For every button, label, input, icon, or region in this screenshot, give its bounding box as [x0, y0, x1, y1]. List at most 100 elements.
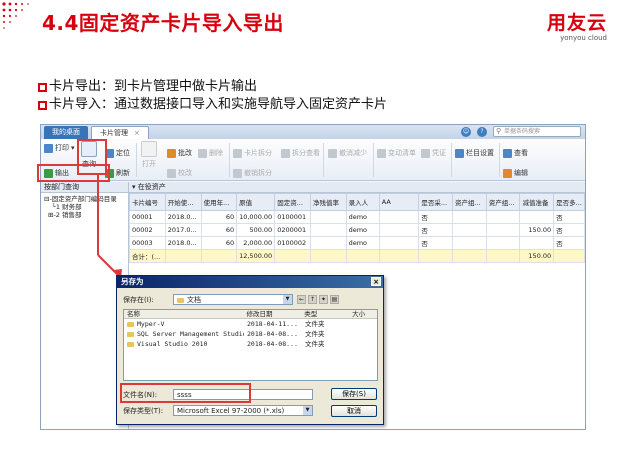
- table-cell: 150.00: [519, 223, 555, 237]
- save-in-value: 文档: [187, 296, 201, 304]
- column-header[interactable]: 是否采...: [418, 193, 454, 211]
- locate-button[interactable]: 定位: [105, 148, 130, 158]
- voucher-button[interactable]: 凭证: [421, 148, 446, 158]
- help-icon[interactable]: ?: [477, 126, 487, 137]
- column-settings-label: 栏目设置: [466, 149, 494, 157]
- table-cell: [310, 236, 347, 250]
- table-cell: 0100002: [274, 236, 311, 250]
- undo-reduce-button[interactable]: 撤消减少: [328, 148, 367, 158]
- table-cell: [519, 236, 555, 250]
- column-size[interactable]: 大小: [349, 310, 377, 318]
- toolbar-divider: [136, 143, 137, 177]
- table-cell: 否: [553, 223, 585, 237]
- column-header[interactable]: 使用年...: [200, 193, 238, 211]
- file-list-item[interactable]: SQL Server Management Studio 2018-04-08..…: [124, 329, 377, 339]
- cancel-button[interactable]: 取消: [331, 405, 377, 417]
- table-cell: 否: [553, 210, 585, 224]
- table-cell: [310, 210, 347, 224]
- save-button[interactable]: 保存(S): [331, 388, 377, 400]
- tree-root[interactable]: ⊟-固定资产部门编码目录: [44, 195, 125, 203]
- user-icon[interactable]: ☺: [461, 126, 471, 137]
- yonyou-logo: 用友云 yonyou cloud: [547, 8, 607, 42]
- column-header[interactable]: 固定资...: [274, 193, 311, 211]
- toolbar: 打印 ▾ 输出 查询 定位 刷新 打开 批改 校改 删除 卡片拆分 撤销拆分 拆分…: [41, 139, 585, 181]
- column-header[interactable]: 是否多...: [553, 193, 585, 211]
- column-header[interactable]: 录入人: [345, 193, 380, 211]
- save-in-select[interactable]: 文档 ▼: [173, 294, 293, 305]
- table-cell: [378, 210, 420, 224]
- split-view-button[interactable]: 拆分查看: [281, 148, 320, 158]
- file-list-item[interactable]: Myper-V 2018-04-11... 文件夹: [124, 319, 377, 329]
- table-row[interactable]: 00003 2018.0... 60 2,000.00 0100002 demo 否 否: [129, 236, 585, 250]
- column-header[interactable]: 开始使...: [164, 193, 202, 211]
- logo-main-text: 用友云: [546, 12, 607, 34]
- tab-label: 卡片管理: [100, 129, 128, 137]
- table-cell: 2018.0...: [164, 210, 202, 224]
- column-header[interactable]: AA: [378, 193, 420, 211]
- navigation-buttons: ← ↑ ✦ ▤: [297, 295, 339, 304]
- table-cell: 0100001: [274, 210, 311, 224]
- total-cell: [378, 249, 420, 263]
- bullet-import: 卡片导入：通过数据接口导入和实施导航导入固定资产卡片: [38, 96, 387, 114]
- column-type[interactable]: 类型: [301, 310, 349, 318]
- table-cell: 500.00: [236, 223, 276, 237]
- table-cell: 2018.0...: [164, 236, 202, 250]
- column-date[interactable]: 修改日期: [244, 310, 302, 318]
- file-list-header: 名称 修改日期 类型 大小: [124, 310, 377, 319]
- column-header[interactable]: 卡片编号: [129, 193, 166, 211]
- file-date: 2018-04-08...: [247, 340, 298, 348]
- table-cell: [485, 236, 521, 250]
- card-split-label: 卡片拆分: [244, 149, 272, 157]
- close-icon[interactable]: ×: [134, 129, 140, 137]
- column-header[interactable]: 减值准备: [519, 193, 555, 211]
- search-input[interactable]: 单据条码搜索: [493, 126, 581, 137]
- pencil-icon: [503, 168, 512, 178]
- tab-desktop[interactable]: 我的桌面: [44, 126, 88, 139]
- toolbar-divider: [229, 143, 230, 177]
- department-tree: ⊟-固定资产部门编码目录 └1 财务部 ⊞-2 销售部: [41, 193, 128, 221]
- decorative-dots: [2, 2, 29, 29]
- tab-card-management[interactable]: 卡片管理 ×: [91, 126, 149, 139]
- tree-item-sales[interactable]: ⊞-2 销售部: [44, 211, 125, 219]
- column-header[interactable]: 净残值率: [310, 193, 347, 211]
- voucher-label: 凭证: [432, 149, 446, 157]
- change-list-button[interactable]: 变动清单: [377, 148, 416, 158]
- undo-split-button[interactable]: 撤销拆分: [233, 168, 272, 178]
- view-icon: [503, 148, 512, 158]
- bullet-square-icon: [38, 82, 47, 92]
- column-header[interactable]: 资产组...: [452, 193, 487, 211]
- back-icon[interactable]: ←: [297, 295, 306, 304]
- filetype-select[interactable]: Microsoft Excel 97-2000 (*.xls) ▼: [173, 405, 313, 416]
- new-folder-icon[interactable]: ✦: [319, 295, 328, 304]
- column-header[interactable]: 原值: [236, 193, 276, 211]
- column-name[interactable]: 名称: [124, 310, 244, 318]
- folder-icon: [127, 321, 134, 327]
- total-cell: [274, 249, 311, 263]
- delete-button[interactable]: 删除: [198, 148, 223, 158]
- column-settings-button[interactable]: 栏目设置: [455, 148, 494, 158]
- edit-button[interactable]: 编辑: [503, 168, 528, 178]
- total-cell: [345, 249, 380, 263]
- verify-button[interactable]: 校改: [167, 168, 192, 178]
- table-cell: 60: [200, 210, 238, 224]
- view-menu-icon[interactable]: ▤: [330, 295, 339, 304]
- table-cell: 2017.0...: [164, 223, 202, 237]
- view-button[interactable]: 查看: [503, 148, 528, 158]
- table-cell: 否: [418, 223, 454, 237]
- close-icon[interactable]: ×: [371, 277, 381, 286]
- total-cell: 150.00: [519, 249, 555, 263]
- query-highlight: [77, 139, 107, 175]
- batch-change-button[interactable]: 批改: [167, 148, 192, 158]
- column-header[interactable]: 资产组...: [485, 193, 521, 211]
- print-button[interactable]: 打印 ▾: [44, 143, 75, 153]
- up-folder-icon[interactable]: ↑: [308, 295, 317, 304]
- table-cell: 60: [200, 236, 238, 250]
- table-row[interactable]: 00002 2017.0... 60 500.00 0200001 demo 否 150.00…: [129, 223, 585, 237]
- table-row[interactable]: 00001 2018.0... 60 10,000.00 0100001 demo 否 否: [129, 210, 585, 224]
- file-name-text: Myper-V: [137, 320, 165, 328]
- file-list-item[interactable]: Visual Studio 2010 2018-04-08... 文件夹: [124, 339, 377, 349]
- tree-item-finance[interactable]: └1 财务部: [44, 203, 125, 211]
- card-split-button[interactable]: 卡片拆分: [233, 148, 272, 158]
- tree-item-label: 1 财务部: [55, 203, 82, 211]
- open-button[interactable]: 打开: [141, 141, 157, 169]
